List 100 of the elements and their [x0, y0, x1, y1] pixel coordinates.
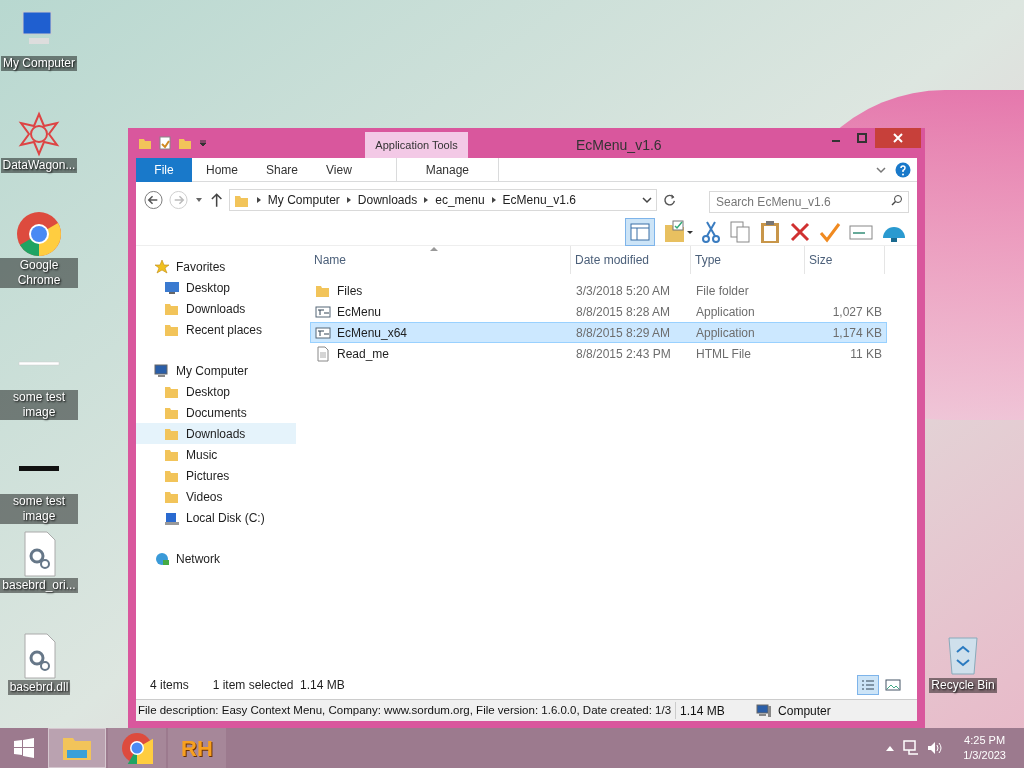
nav-item[interactable]: Network	[136, 548, 296, 569]
document-icon	[315, 345, 331, 362]
speaker-icon[interactable]	[927, 740, 944, 756]
star-icon	[154, 258, 170, 275]
file-type: File folder	[695, 282, 750, 300]
taskbar-button[interactable]	[108, 728, 166, 768]
search-field[interactable]: Search EcMenu_v1.6	[709, 191, 909, 213]
file-row[interactable]: Files 3/3/2018 5:20 AM File folder	[310, 280, 887, 301]
breadcrumb[interactable]: ec_menu	[435, 191, 485, 209]
file-size: 11 KB	[849, 345, 883, 363]
desktop-icon-label[interactable]: some test image	[0, 390, 78, 420]
application-icon	[315, 303, 331, 320]
file-size: 1.14 MB	[679, 702, 726, 720]
context-tab-label: Application Tools	[365, 132, 468, 158]
nav-item[interactable]: My Computer	[136, 360, 296, 381]
breadcrumb[interactable]: Downloads	[357, 191, 418, 209]
search-icon[interactable]	[891, 194, 903, 206]
ribbon-tab[interactable]: Share	[252, 157, 313, 182]
file-type: HTML File	[695, 345, 752, 363]
nav-item[interactable]: Downloads	[136, 423, 296, 444]
column-header[interactable]: Date modified	[571, 246, 691, 274]
nav-item[interactable]: Videos	[136, 486, 296, 507]
nav-item[interactable]: Music	[136, 444, 296, 465]
scissors-icon[interactable]	[701, 219, 721, 244]
desktop-icon-label[interactable]: Google Chrome	[0, 258, 78, 288]
up-arrow-icon[interactable]	[209, 192, 223, 208]
chrome-icon[interactable]	[15, 210, 63, 258]
nav-item[interactable]: Desktop	[136, 381, 296, 402]
nav-item[interactable]: Downloads	[136, 298, 296, 319]
computer-icon	[756, 703, 773, 718]
file-row[interactable]: Read_me 8/8/2015 2:43 PM HTML File 11 KB	[310, 343, 887, 364]
clipboard-icon[interactable]	[759, 219, 781, 244]
breadcrumb[interactable]: EcMenu_v1.6	[502, 191, 576, 209]
ribbon-tab[interactable]: View	[312, 157, 366, 182]
folder-check-icon[interactable]	[663, 219, 693, 244]
breadcrumb-arrow-icon[interactable]	[490, 196, 497, 204]
back-icon[interactable]	[144, 190, 163, 210]
address-bar[interactable]: My Computer Downloads ec_menu EcMenu_v1.6	[228, 189, 657, 211]
file-size: 1,174 KB	[831, 324, 883, 342]
refresh-icon[interactable]	[662, 193, 676, 207]
clock-date[interactable]: 1/3/2023	[963, 748, 1006, 763]
folder-icon	[233, 193, 250, 207]
preview-pane-icon[interactable]	[625, 217, 655, 246]
close-button[interactable]	[875, 128, 921, 148]
breadcrumb-arrow-icon[interactable]	[345, 196, 352, 204]
column-header[interactable]: Size	[805, 246, 885, 274]
file-name: Files	[337, 282, 363, 300]
folder-icon[interactable]	[138, 136, 152, 150]
file-name: Read_me	[337, 345, 390, 363]
windows-logo-icon	[14, 738, 34, 758]
file-type: Application	[695, 324, 756, 342]
nav-item[interactable]: Recent places	[136, 319, 296, 340]
sort-ascending-icon[interactable]	[430, 246, 438, 251]
file-size: 1,027 KB	[831, 303, 883, 321]
minimize-icon	[832, 140, 840, 142]
clock-time[interactable]: 4:25 PM	[964, 733, 1006, 748]
file-name: EcMenu	[337, 303, 382, 321]
application-icon	[315, 324, 331, 341]
ribbon-tab[interactable]: Home	[192, 157, 252, 182]
file-date: 8/8/2015 8:28 AM	[575, 303, 672, 321]
breadcrumb-arrow-icon[interactable]	[255, 196, 262, 204]
selection-info: 1 item selected 1.14 MB	[212, 677, 345, 694]
checkmark-icon[interactable]	[819, 220, 841, 243]
desktop-icon-label[interactable]: Recycle Bin	[929, 678, 997, 693]
properties-icon[interactable]	[158, 136, 172, 150]
file-row[interactable]: EcMenu 8/8/2015 8:28 AM Application 1,027 KB	[310, 301, 887, 322]
column-header[interactable]: Type	[691, 246, 805, 274]
computer-icon	[154, 362, 170, 379]
nav-item[interactable]: Pictures	[136, 465, 296, 486]
delete-icon[interactable]	[789, 220, 811, 243]
desktop-icon-label[interactable]: basebrd.dll	[7, 680, 71, 695]
desktop-icon-label[interactable]: DataWagon...	[0, 158, 78, 173]
details-view-icon[interactable]	[857, 675, 879, 695]
nav-item[interactable]: Favorites	[136, 256, 296, 277]
history-dropdown-icon[interactable]	[641, 195, 652, 205]
nav-item[interactable]: Local Disk (C:)	[136, 507, 296, 528]
new-folder-icon[interactable]	[178, 136, 192, 150]
show-hidden-icons-icon[interactable]	[885, 744, 896, 752]
chrome-icon	[121, 732, 153, 764]
file-type: Application	[695, 303, 756, 321]
dropdown-icon[interactable]	[198, 138, 208, 148]
desktop-icon-label[interactable]: some test image	[0, 494, 78, 524]
file-row[interactable]: EcMenu_x64 8/8/2015 8:29 AM Application 1,174 KB	[310, 322, 887, 343]
breadcrumb-arrow-icon[interactable]	[423, 196, 430, 204]
nav-item[interactable]: Documents	[136, 402, 296, 423]
file-tab[interactable]: File	[136, 157, 192, 182]
network-icon[interactable]	[903, 740, 920, 756]
desktop-icon-label[interactable]: My Computer	[1, 56, 77, 71]
help-icon[interactable]	[895, 161, 911, 178]
network-icon	[154, 550, 170, 567]
close-icon	[893, 133, 903, 143]
breadcrumb[interactable]: My Computer	[267, 191, 340, 209]
file-date: 8/8/2015 8:29 AM	[575, 324, 672, 342]
location-label: Computer	[778, 702, 831, 720]
monitor-icon	[164, 279, 180, 296]
window-title: EcMenu_v1.6	[576, 136, 662, 155]
desktop-icon-label[interactable]: basebrd_ori...	[0, 578, 78, 593]
nav-item[interactable]: Desktop	[136, 277, 296, 298]
file-date: 8/8/2015 2:43 PM	[575, 345, 672, 363]
file-description: File description: Easy Context Menu, Company: www.sordum.org, File version: 1.6.0.0, Date created: 1/3	[136, 701, 677, 720]
